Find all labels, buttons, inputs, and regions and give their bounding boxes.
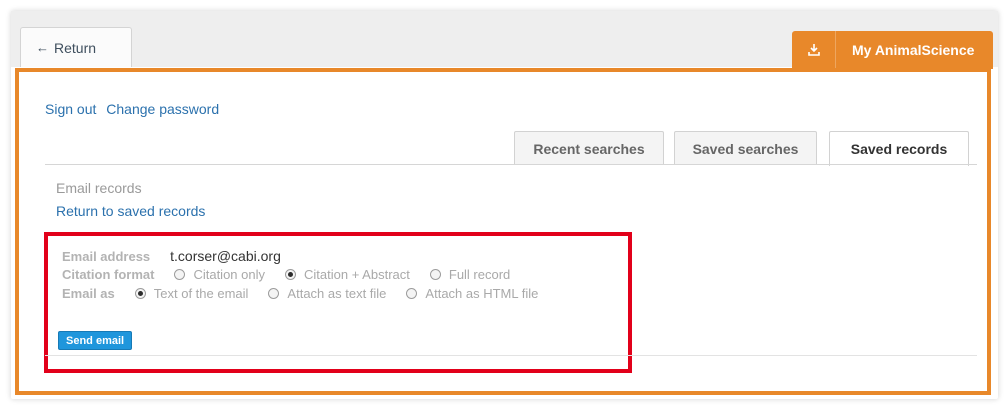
app-window: ← Return My AnimalScience Sign out Chang… xyxy=(11,11,998,399)
citation-option-full-record[interactable]: Full record xyxy=(429,267,511,282)
my-account-tab[interactable]: My AnimalScience xyxy=(792,31,993,69)
download-icon xyxy=(792,31,836,69)
email-as-option-html-file[interactable]: Attach as HTML file xyxy=(406,286,538,301)
sign-out-link[interactable]: Sign out xyxy=(45,101,96,117)
email-address-row: Email address t.corser@cabi.org xyxy=(62,248,281,264)
email-as-option-text[interactable]: Text of the email xyxy=(134,286,249,301)
option-label: Citation + Abstract xyxy=(304,267,410,282)
tab-saved-records[interactable]: Saved records xyxy=(829,131,969,166)
option-label: Full record xyxy=(448,267,511,282)
radio-icon[interactable] xyxy=(429,269,441,280)
send-email-button[interactable]: Send email xyxy=(58,331,133,350)
change-password-link[interactable]: Change password xyxy=(106,101,219,117)
radio-icon[interactable] xyxy=(268,288,280,299)
account-links: Sign out Change password xyxy=(45,101,225,117)
return-button[interactable]: ← Return xyxy=(20,27,132,67)
email-as-label: Email as xyxy=(62,286,115,301)
email-address-label: Email address xyxy=(62,248,151,264)
email-address-value[interactable]: t.corser@cabi.org xyxy=(170,248,281,264)
citation-format-label: Citation format xyxy=(62,267,155,282)
tab-recent-searches[interactable]: Recent searches xyxy=(514,131,664,165)
email-as-row: Email as Text of the email Attach as tex… xyxy=(62,286,538,301)
tabs-divider xyxy=(45,164,977,165)
my-account-label: My AnimalScience xyxy=(852,42,975,58)
bottom-divider xyxy=(45,355,977,356)
radio-selected-icon[interactable] xyxy=(134,288,146,299)
radio-icon[interactable] xyxy=(174,269,186,280)
return-to-saved-records-link[interactable]: Return to saved records xyxy=(56,203,205,219)
arrow-left-icon: ← xyxy=(36,40,49,55)
citation-option-citation-abstract[interactable]: Citation + Abstract xyxy=(285,267,410,282)
email-form-highlight: Email address t.corser@cabi.org Citation… xyxy=(44,232,632,373)
tab-saved-searches[interactable]: Saved searches xyxy=(674,131,817,165)
account-panel: Sign out Change password Recent searches… xyxy=(15,68,991,395)
top-bar: ← Return My AnimalScience xyxy=(11,11,998,69)
citation-format-row: Citation format Citation only Citation +… xyxy=(62,267,510,282)
option-label: Text of the email xyxy=(153,286,249,301)
section-title: Email records xyxy=(56,180,142,196)
citation-option-citation-only[interactable]: Citation only xyxy=(174,267,265,282)
return-label: Return xyxy=(54,39,97,56)
radio-icon[interactable] xyxy=(406,288,418,299)
option-label: Citation only xyxy=(193,267,265,282)
option-label: Attach as text file xyxy=(287,286,387,301)
option-label: Attach as HTML file xyxy=(425,286,539,301)
radio-selected-icon[interactable] xyxy=(285,269,296,280)
email-as-option-text-file[interactable]: Attach as text file xyxy=(268,286,386,301)
